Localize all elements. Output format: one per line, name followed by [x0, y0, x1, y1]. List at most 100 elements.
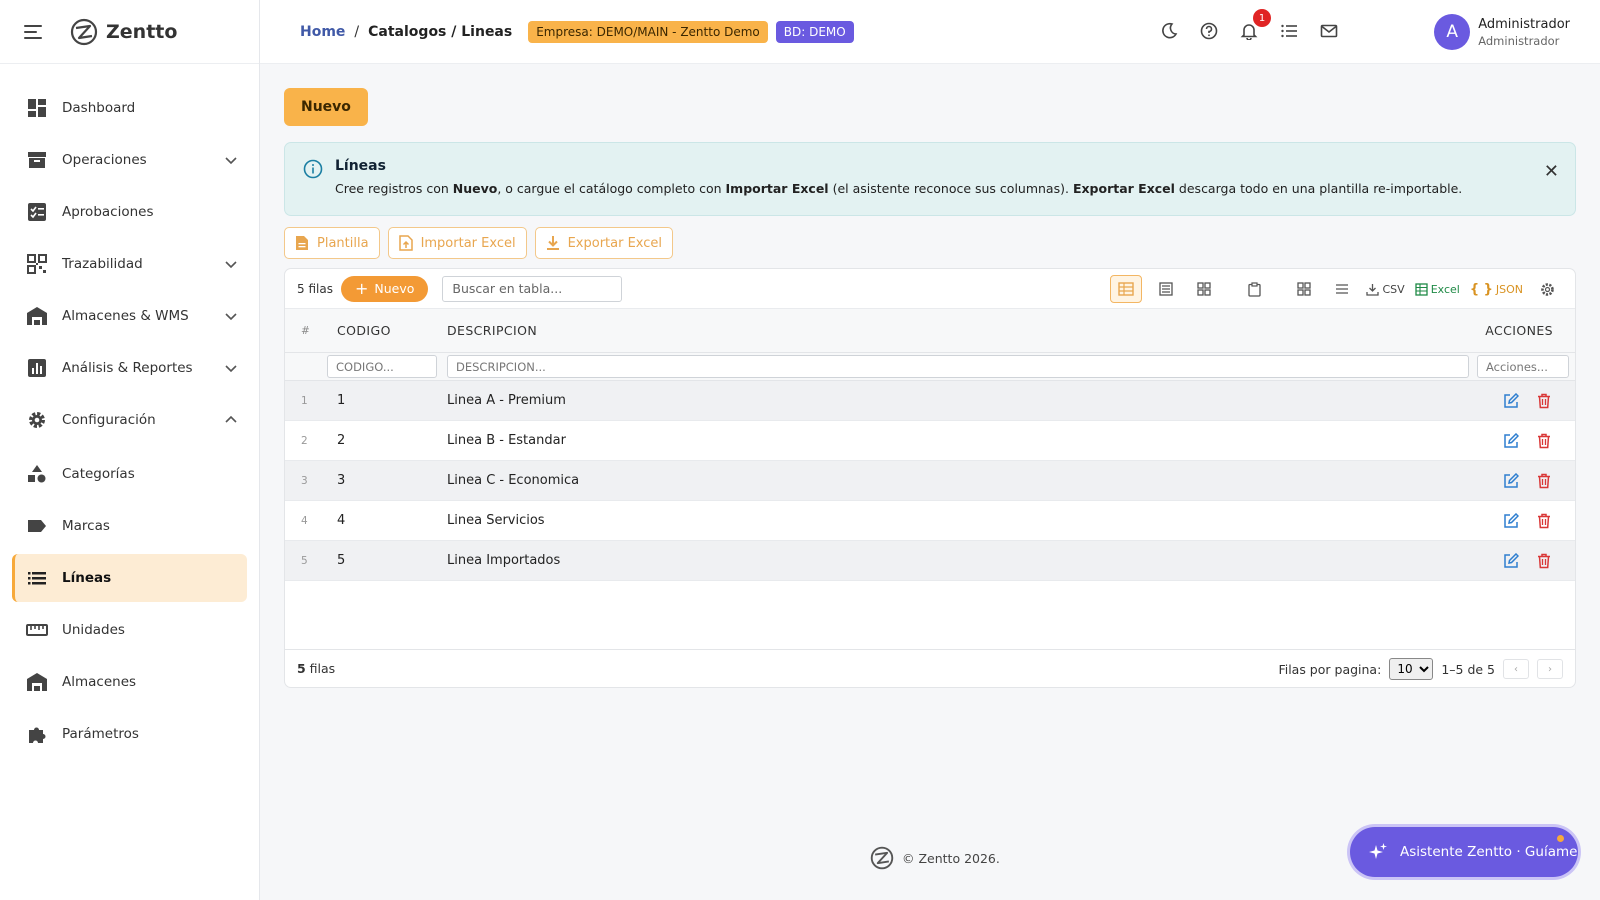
sidebar-item-label: Análisis & Reportes: [62, 360, 193, 376]
info-text-bold: Nuevo: [452, 181, 498, 196]
filter-codigo-input[interactable]: [327, 355, 437, 378]
export-csv-button[interactable]: CSV: [1366, 275, 1405, 303]
sidebar-item-label: Aprobaciones: [62, 204, 154, 220]
sidebar-item-parametros[interactable]: Parámetros: [12, 710, 247, 758]
delete-trash-icon[interactable]: [1537, 553, 1551, 569]
dark-mode-moon-icon[interactable]: [1158, 20, 1180, 42]
task-list-icon[interactable]: [1278, 20, 1300, 42]
clipboard-icon[interactable]: [1240, 275, 1268, 303]
export-excel-toolbar-button[interactable]: Excel: [1415, 275, 1460, 303]
approval-checklist-icon: [26, 201, 48, 223]
chevron-down-icon: [225, 157, 237, 165]
filter-cell: [1477, 355, 1575, 378]
column-header-descripcion[interactable]: DESCRIPCION: [447, 323, 1465, 338]
chevron-down-icon: [225, 365, 237, 373]
table-row[interactable]: 2 2 Linea B - Estandar: [285, 421, 1575, 461]
row-index: 3: [301, 474, 308, 487]
info-title: Líneas: [335, 158, 386, 174]
filter-acciones-input[interactable]: [1477, 355, 1569, 378]
edit-icon[interactable]: [1503, 392, 1519, 409]
table-row[interactable]: 4 4 Linea Servicios: [285, 501, 1575, 541]
info-text-part: Cree registros con: [335, 181, 453, 196]
sidebar-item-label: Almacenes: [62, 674, 137, 690]
sidebar-item-analisis-reportes[interactable]: Análisis & Reportes: [12, 344, 247, 392]
breadcrumb-home-link[interactable]: Home: [300, 24, 345, 40]
template-button[interactable]: Plantilla: [284, 227, 380, 259]
filter-descripcion-input[interactable]: [447, 355, 1469, 378]
download-icon: [1366, 283, 1380, 296]
sidebar-item-aprobaciones[interactable]: Aprobaciones: [12, 188, 247, 236]
next-page-button[interactable]: ›: [1537, 659, 1563, 679]
assistant-label: Asistente Zentto · Guíame: [1400, 844, 1578, 860]
mail-icon[interactable]: [1318, 20, 1340, 42]
sidebar-item-configuracion[interactable]: Configuración: [12, 396, 247, 444]
sidebar-item-almacenes[interactable]: Almacenes: [12, 658, 247, 706]
document-icon: [296, 236, 308, 250]
sidebar-item-categorias[interactable]: Categorías: [12, 450, 247, 498]
braces-icon: { }: [1469, 281, 1493, 297]
copyright-text: © Zentto 2026.: [902, 850, 1000, 866]
ruler-icon: [26, 619, 48, 641]
grid-new-button[interactable]: + Nuevo: [340, 275, 429, 302]
grid-density-icon[interactable]: [1290, 275, 1318, 303]
table-row[interactable]: 5 5 Linea Importados: [285, 541, 1575, 581]
import-excel-button[interactable]: Importar Excel: [387, 227, 527, 259]
help-icon[interactable]: [1198, 20, 1220, 42]
sparkles-icon: [1369, 843, 1387, 859]
settings-gear-icon[interactable]: [1533, 275, 1561, 303]
sidebar-item-marcas[interactable]: Marcas: [12, 502, 247, 550]
sidebar-item-trazabilidad[interactable]: Trazabilidad: [12, 240, 247, 288]
table-search-input[interactable]: [442, 275, 623, 302]
export-json-button[interactable]: { } JSON: [1470, 275, 1523, 303]
info-text-bold: Importar Excel: [725, 181, 829, 196]
rows-per-page-select[interactable]: 10: [1389, 658, 1434, 680]
page-range: 1–5 de 5: [1441, 661, 1495, 677]
sidebar-item-unidades[interactable]: Unidades: [12, 606, 247, 654]
delete-trash-icon[interactable]: [1537, 473, 1551, 489]
lines-icon[interactable]: [1328, 275, 1356, 303]
edit-icon[interactable]: [1503, 552, 1519, 569]
detail-view-icon[interactable]: [1152, 275, 1180, 303]
sidebar-item-almacenes-wms[interactable]: Almacenes & WMS: [12, 292, 247, 340]
new-record-button[interactable]: Nuevo: [284, 88, 368, 126]
grid-footer: 5 filas Filas por pagina: 10 1–5 de 5 ‹ …: [285, 649, 1575, 687]
edit-icon[interactable]: [1503, 512, 1519, 529]
table-row[interactable]: 3 3 Linea C - Economica: [285, 461, 1575, 501]
table-row[interactable]: 1 1 Linea A - Premium: [285, 381, 1575, 421]
sidebar-item-label: Trazabilidad: [62, 256, 143, 272]
sidebar-item-lineas[interactable]: Líneas: [12, 554, 247, 602]
table-view-icon[interactable]: [1110, 275, 1143, 303]
assistant-button[interactable]: Asistente Zentto · Guíame: [1350, 827, 1578, 877]
puzzle-piece-icon: [26, 723, 48, 745]
avatar[interactable]: A: [1434, 14, 1471, 50]
table-header: # CODIGO DESCRIPCION ACCIONES: [285, 309, 1575, 353]
logo[interactable]: Zentto: [70, 18, 177, 46]
edit-icon[interactable]: [1503, 432, 1519, 449]
delete-trash-icon[interactable]: [1537, 393, 1551, 409]
row-actions: [1465, 472, 1575, 489]
previous-page-button[interactable]: ‹: [1503, 659, 1529, 679]
cell-descripcion: Linea B - Estandar: [447, 433, 566, 448]
user-menu[interactable]: A Administrador Administrador: [1434, 14, 1570, 50]
menu-toggle-icon[interactable]: [24, 24, 42, 39]
row-actions: [1465, 392, 1575, 409]
export-excel-button[interactable]: Exportar Excel: [534, 227, 674, 259]
json-label: JSON: [1495, 282, 1523, 296]
sidebar-header: Zentto: [0, 0, 259, 64]
row-index: 4: [301, 514, 308, 527]
notifications-bell-icon[interactable]: 1: [1238, 9, 1271, 42]
column-header-codigo[interactable]: CODIGO: [327, 323, 447, 338]
sidebar-item-dashboard[interactable]: Dashboard: [12, 84, 247, 132]
delete-trash-icon[interactable]: [1537, 513, 1551, 529]
edit-icon[interactable]: [1503, 472, 1519, 489]
row-actions: [1465, 552, 1575, 569]
column-header-index: #: [301, 324, 311, 337]
sidebar-item-label: Almacenes & WMS: [62, 308, 189, 324]
card-view-icon[interactable]: [1190, 275, 1218, 303]
sidebar-item-operaciones[interactable]: Operaciones: [12, 136, 247, 184]
sidebar-item-label: Categorías: [62, 466, 135, 482]
cell-codigo: 4: [337, 513, 346, 528]
close-icon[interactable]: ✕: [1544, 161, 1559, 182]
filter-row: [285, 353, 1575, 381]
delete-trash-icon[interactable]: [1537, 433, 1551, 449]
